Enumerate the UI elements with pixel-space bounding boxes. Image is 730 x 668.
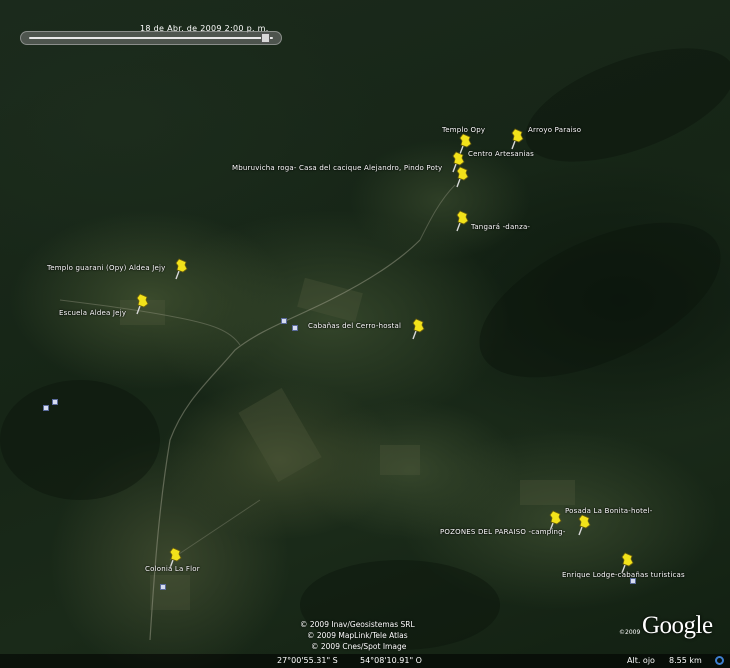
status-bar: 27°00'55.31" S 54°08'10.91" O Alt. ojo 8…	[0, 654, 730, 668]
placemark-label: Mburuvicha roga- Casa del cacique Alejan…	[232, 164, 443, 172]
eye-altitude-label: Alt. ojo	[627, 656, 655, 665]
placemark-label: Colonia La Flor	[145, 565, 200, 573]
attribution-line: © 2009 Cnes/Spot Image	[311, 642, 407, 651]
pushpin-icon[interactable]	[135, 293, 151, 315]
pushpin-icon[interactable]	[411, 318, 427, 340]
placemark-label: Centro Artesanias	[468, 150, 534, 158]
poi-marker[interactable]	[43, 405, 49, 411]
poi-marker[interactable]	[292, 325, 298, 331]
pushpin-icon[interactable]	[577, 514, 593, 536]
placemark-label: Templo Opy	[442, 126, 486, 134]
streaming-status-icon	[715, 656, 724, 665]
eye-altitude-value: 8.55 km	[669, 656, 702, 665]
attribution-line: © 2009 MapLink/Tele Atlas	[307, 631, 408, 640]
satellite-map[interactable]: 18 de Abr. de 2009 2:00 p. m. Templo Opy…	[0, 0, 730, 668]
poi-marker[interactable]	[281, 318, 287, 324]
time-slider-thumb[interactable]	[261, 33, 270, 43]
attribution-line: © 2009 Inav/Geosistemas SRL	[300, 620, 415, 629]
placemark-label: Escuela Aldea Jejy	[59, 309, 127, 317]
placemark-label: Tangará -danza-	[471, 223, 531, 231]
placemark-label: Enrique Lodge-cabañas turisticas	[562, 571, 685, 579]
poi-marker[interactable]	[160, 584, 166, 590]
pushpin-icon[interactable]	[455, 166, 471, 188]
placemark-label: Templo guarani (Opy) Aldea Jejy	[47, 264, 166, 272]
placemark-label: Cabañas del Cerro-hostal	[308, 322, 402, 330]
pushpin-icon[interactable]	[455, 210, 471, 232]
google-logo: Google	[642, 612, 713, 639]
poi-marker[interactable]	[52, 399, 58, 405]
pushpin-icon[interactable]	[510, 128, 526, 150]
logo-copyright: ©2009	[619, 629, 641, 636]
placemark-label: Posada La Bonita-hotel-	[565, 507, 653, 515]
latitude-readout: 27°00'55.31" S	[277, 656, 338, 665]
placemark-label: POZONES DEL PARAISO -camping-	[440, 528, 566, 536]
placemark-label: Arroyo Paraiso	[528, 126, 582, 134]
longitude-readout: 54°08'10.91" O	[360, 656, 422, 665]
time-slider[interactable]	[20, 31, 282, 45]
pushpin-icon[interactable]	[174, 258, 190, 280]
time-slider-track	[29, 37, 273, 39]
